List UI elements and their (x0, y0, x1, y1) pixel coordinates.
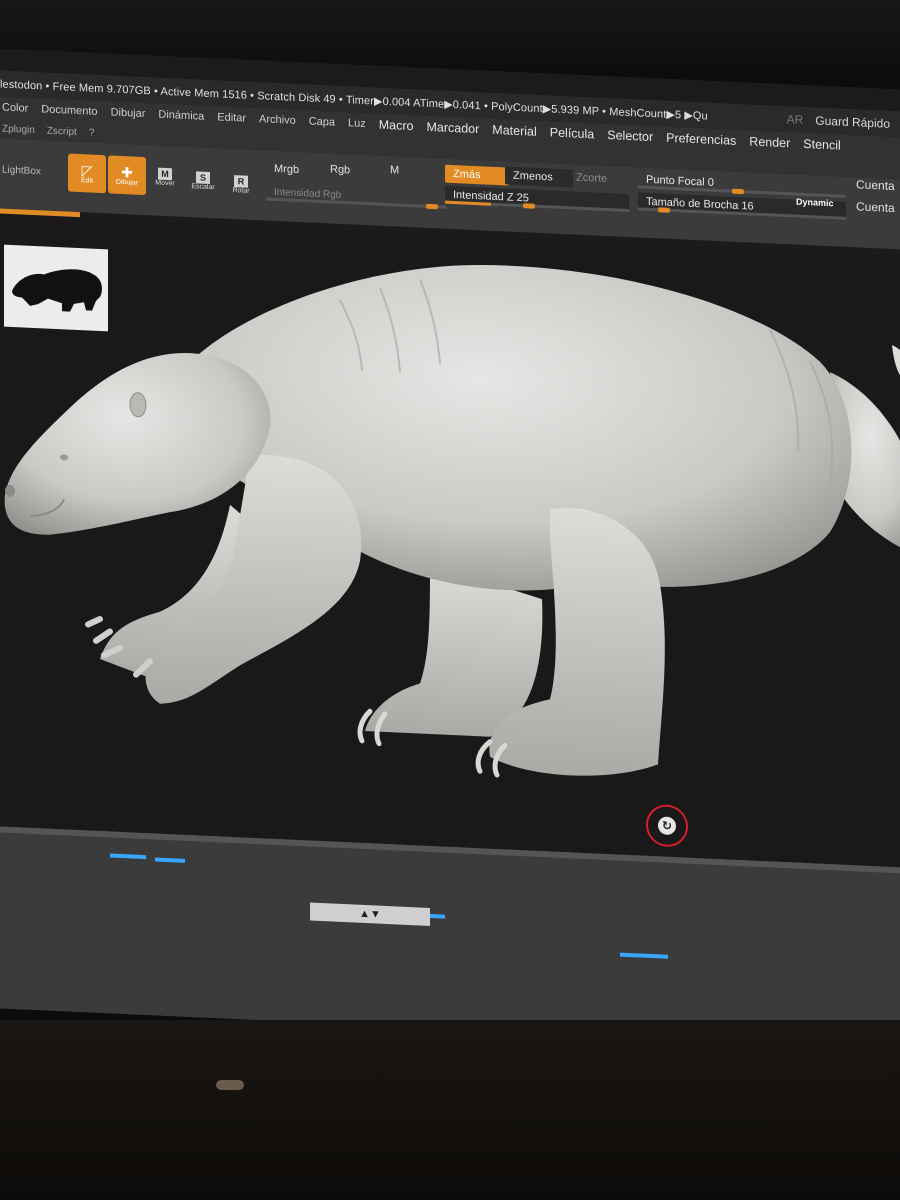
mrgb-button[interactable]: Mrgb (274, 163, 299, 176)
rotate-button[interactable]: R Rotar (224, 165, 258, 205)
count-label-1: Cuenta (856, 177, 895, 194)
menu-help[interactable]: ? (89, 127, 95, 138)
move-icon: M (158, 167, 172, 180)
tray-marker (620, 952, 668, 959)
menu-selector[interactable]: Selector (607, 128, 653, 144)
tray-marker (110, 853, 146, 860)
zadd-button[interactable]: Zmás (445, 164, 509, 186)
m-button[interactable]: M (390, 164, 399, 176)
dynamic-toggle[interactable]: Dynamic (796, 197, 834, 209)
rotate-icon: R (234, 174, 248, 188)
edit-button[interactable]: ◸ Edit (68, 153, 106, 194)
shelf-scroll-handle[interactable]: ▲▼ (310, 902, 430, 926)
chevron-up-down-icon: ▲▼ (359, 907, 381, 921)
menu-stencil[interactable]: Stencil (803, 137, 841, 153)
menu-zplugin[interactable]: Zplugin (2, 123, 35, 135)
menu-luz[interactable]: Luz (348, 117, 366, 130)
scale-icon: S (196, 170, 210, 184)
zbrush-window: lestodon • Free Mem 9.707GB • Active Mem… (0, 48, 900, 1051)
count-label-2: Cuenta (856, 199, 895, 216)
desk-surface (0, 1020, 900, 1200)
menu-material[interactable]: Material (492, 123, 536, 139)
menu-documento[interactable]: Documento (41, 103, 97, 118)
menu-archivo[interactable]: Archivo (259, 113, 296, 127)
rgb-intensity-slider[interactable]: Intensidad Rgb (266, 183, 446, 210)
edit-icon: ◸ (81, 161, 93, 179)
menu-pelicula[interactable]: Película (550, 125, 594, 141)
quick-save-button[interactable]: Guard Rápido (815, 113, 890, 130)
menu-color[interactable]: Color (2, 102, 28, 115)
zsub-button[interactable]: Zmenos (505, 166, 573, 188)
sloth-sculpt-model[interactable] (0, 214, 900, 868)
menu-render[interactable]: Render (749, 134, 790, 150)
zcut-button[interactable]: Zcorte (568, 168, 632, 189)
menu-macro[interactable]: Macro (379, 118, 414, 134)
monitor-button (216, 1080, 244, 1090)
canvas-viewport[interactable]: ↻ (0, 214, 900, 869)
rgb-button[interactable]: Rgb (330, 163, 350, 176)
menu-dibujar[interactable]: Dibujar (111, 106, 146, 120)
draw-icon: ✚ (121, 163, 133, 180)
menu-preferencias[interactable]: Preferencias (666, 131, 736, 148)
move-button[interactable]: M Mover (148, 157, 182, 197)
ar-button[interactable]: AR (787, 112, 804, 127)
menu-dinamica[interactable]: Dinámica (158, 109, 204, 123)
tray-marker (155, 857, 185, 863)
z-intensity-slider[interactable]: Intensidad Z 25 (445, 185, 629, 213)
menu-capa[interactable]: Capa (309, 115, 335, 128)
lightbox-button[interactable]: LightBox (2, 165, 41, 178)
draw-button[interactable]: ✚ Dibujar (108, 155, 146, 196)
scale-button[interactable]: S Escalar (186, 161, 220, 201)
rotate-icon: ↻ (658, 816, 676, 836)
menu-editar[interactable]: Editar (217, 111, 246, 124)
menu-zscript[interactable]: Zscript (47, 125, 77, 137)
menu-marcador[interactable]: Marcador (427, 120, 480, 136)
